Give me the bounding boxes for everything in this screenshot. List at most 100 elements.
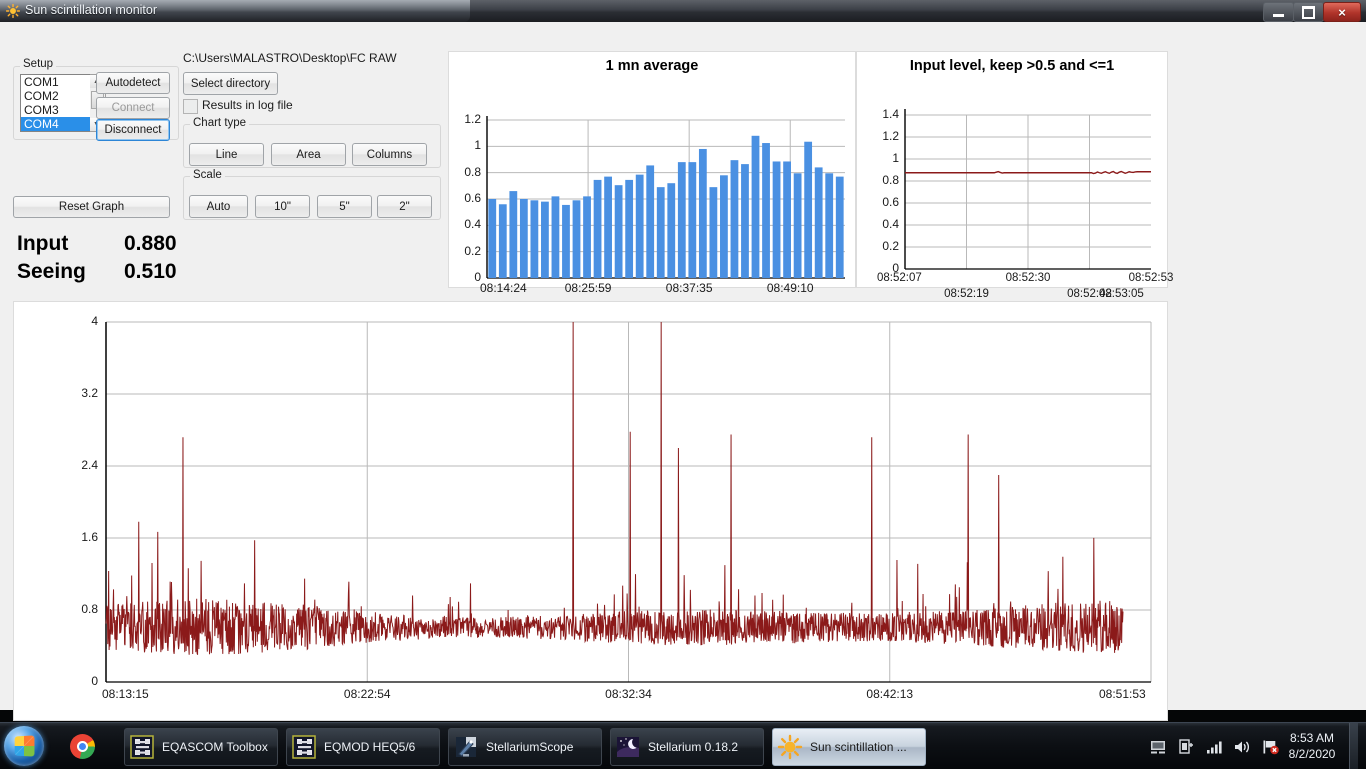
chart-type-area-button[interactable]: Area xyxy=(271,143,346,166)
maximize-button[interactable] xyxy=(1293,2,1324,22)
connect-button: Connect xyxy=(96,97,170,119)
axis-tick-label: 08:42:13 xyxy=(866,687,914,701)
close-icon: × xyxy=(1338,4,1346,20)
stellariumscope-icon xyxy=(453,734,479,760)
bar xyxy=(741,164,749,278)
window-title-bar[interactable]: Sun scintillation monitor × xyxy=(0,0,1366,23)
speaker-icon[interactable] xyxy=(1234,739,1252,755)
com-port-list[interactable]: COM1 COM2 COM3 COM4 xyxy=(20,74,92,132)
taskbar-item-label: Stellarium 0.18.2 xyxy=(648,740,739,754)
axis-tick-label: 08:14:24 xyxy=(480,281,527,295)
scale-auto-button[interactable]: Auto xyxy=(189,195,248,218)
axis-tick-label: 08:25:59 xyxy=(564,281,612,295)
chart-type-columns-button[interactable]: Columns xyxy=(352,143,427,166)
chart-type-group-label: Chart type xyxy=(190,117,250,129)
select-directory-button[interactable]: Select directory xyxy=(183,72,278,95)
desktop: Sun scintillation monitor × Setup COM1 C… xyxy=(0,0,1366,769)
taskbar-item-label: StellariumScope xyxy=(486,740,574,754)
taskbar-item-label: EQMOD HEQ5/6 xyxy=(324,740,416,754)
taskbar-item-stellarium[interactable]: Stellarium 0.18.2 xyxy=(610,728,764,766)
bar xyxy=(604,176,612,278)
input-readout-label: Input xyxy=(17,232,69,255)
one-minute-average-plot: 0 0.2 0.4 0.6 0.8 1 1.2 08:14:24 08:25:59 08:37:3… xyxy=(449,52,855,295)
axis-tick-label: 08:53:05 xyxy=(1099,288,1144,300)
eqascom-icon xyxy=(129,734,155,760)
bar xyxy=(814,167,823,278)
readout-row: Input 0.880 xyxy=(14,232,244,260)
bar xyxy=(793,173,802,278)
reset-graph-button[interactable]: Reset Graph xyxy=(13,196,170,218)
readout-panel: Input 0.880 Seeing 0.510 xyxy=(14,232,244,288)
axis-tick-label: 08:22:54 xyxy=(343,687,391,701)
bar xyxy=(541,201,549,278)
results-log-checkbox-label[interactable]: Results in log file xyxy=(202,98,293,112)
axis-tick-label: 08:51:53 xyxy=(1099,687,1146,701)
disconnect-button[interactable]: Disconnect xyxy=(96,119,170,141)
scale-2s-button[interactable]: 2" xyxy=(377,195,432,218)
bar xyxy=(635,174,644,278)
sun-icon xyxy=(777,734,803,760)
seeing-readout-label: Seeing xyxy=(17,260,86,283)
bar xyxy=(593,179,602,278)
bar xyxy=(562,204,570,278)
eqmod-icon xyxy=(291,734,317,760)
scale-group-label: Scale xyxy=(190,169,225,181)
monitor-icon[interactable] xyxy=(1150,739,1168,755)
taskbar-item-label: EQASCOM Toolbox xyxy=(162,740,268,754)
minimize-button[interactable] xyxy=(1263,2,1294,22)
window-client-area: Setup COM1 COM2 COM3 COM4 ▲ ▼ Autodetect… xyxy=(0,22,1366,721)
taskbar-item-stellariumscope[interactable]: StellariumScope xyxy=(448,728,602,766)
main-seeing-plot: 0 0.8 1.6 2.4 3.2 4 08:13:15 08:22:54 08:32:34 08… xyxy=(14,302,1167,720)
axis-tick-label: 08:32:34 xyxy=(605,687,652,701)
seeing-readout-value: 0.510 xyxy=(124,260,177,283)
chart-type-line-button[interactable]: Line xyxy=(189,143,264,166)
com-port-item[interactable]: COM2 xyxy=(21,89,91,103)
com-port-item[interactable]: COM3 xyxy=(21,103,91,117)
bar xyxy=(519,199,528,278)
input-level-panel: Input level, keep >0.5 and <=1 0 0.2 0.4 0.… xyxy=(856,51,1173,300)
axis-tick-label: 08:37:35 xyxy=(665,281,713,295)
bar xyxy=(677,162,686,278)
taskbar-item-eqmod[interactable]: EQMOD HEQ5/6 xyxy=(286,728,440,766)
bar xyxy=(730,160,739,278)
start-button[interactable] xyxy=(4,726,44,766)
bar xyxy=(667,183,676,278)
axis-tick-label: 08:52:07 xyxy=(877,272,922,284)
taskbar-item-sun-scintillation[interactable]: Sun scintillation ... xyxy=(772,728,926,766)
close-button[interactable]: × xyxy=(1323,2,1361,22)
com-port-item-selected[interactable]: COM4 xyxy=(21,117,91,131)
bar xyxy=(572,200,581,278)
bar xyxy=(772,161,781,278)
plug-icon[interactable] xyxy=(1178,739,1196,755)
bar xyxy=(551,196,560,278)
setup-group-label: Setup xyxy=(20,58,57,70)
bar xyxy=(614,185,623,278)
one-minute-average-panel: 1 mn average 0 0.2 0.4 0.6 0.8 1 1.2 08:14:24 08… xyxy=(448,51,856,295)
show-desktop-button[interactable] xyxy=(1349,723,1358,769)
bar xyxy=(509,191,518,278)
clock-time: 8:53 AM xyxy=(1289,731,1335,745)
signal-bars-icon[interactable] xyxy=(1206,739,1224,755)
autodetect-button[interactable]: Autodetect xyxy=(96,72,170,94)
taskbar-clock[interactable]: 8:53 AM 8/2/2020 xyxy=(1274,730,1350,762)
taskbar-item-eqascom[interactable]: EQASCOM Toolbox xyxy=(124,728,278,766)
bar xyxy=(488,199,497,278)
scale-5s-button[interactable]: 5" xyxy=(317,195,372,218)
scale-10s-button[interactable]: 10" xyxy=(255,195,310,218)
seeing-trace xyxy=(105,321,1124,655)
windows-logo-icon xyxy=(14,735,35,757)
sun-icon xyxy=(6,4,20,18)
bar xyxy=(625,179,634,278)
input-readout-value: 0.880 xyxy=(124,232,177,255)
bar xyxy=(751,135,760,278)
chrome-icon[interactable] xyxy=(70,734,95,759)
bar xyxy=(656,187,665,278)
bar xyxy=(530,200,539,278)
results-log-checkbox[interactable] xyxy=(183,99,198,114)
stellarium-icon xyxy=(615,734,641,760)
com-port-item[interactable]: COM1 xyxy=(21,75,91,89)
taskbar-item-label: Sun scintillation ... xyxy=(810,740,907,754)
axis-tick-label: 08:52:53 xyxy=(1128,272,1174,284)
main-seeing-panel: 0 0.8 1.6 2.4 3.2 4 08:13:15 08:22:54 08:32:34 08… xyxy=(13,301,1168,721)
bar xyxy=(498,204,507,278)
